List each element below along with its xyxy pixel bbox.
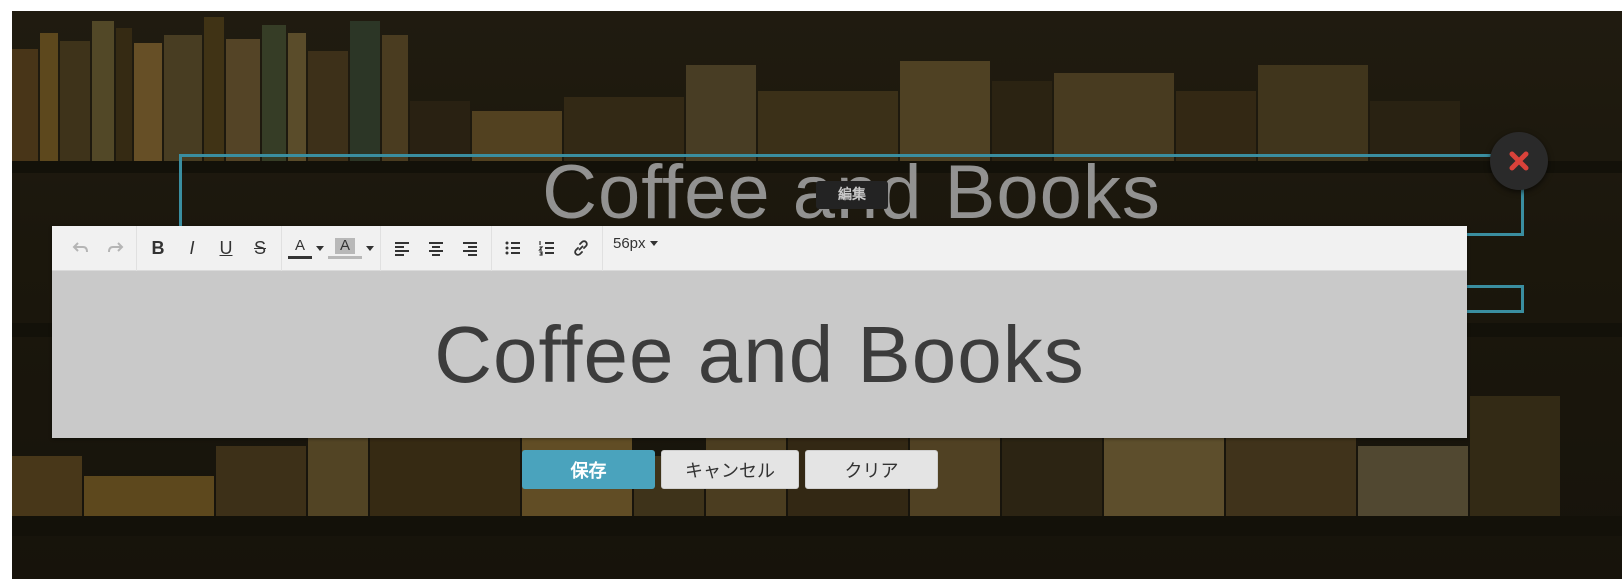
text-editor: B I U S A A 56px Coffee and Books: [52, 225, 1467, 438]
strikethrough-icon: S: [253, 237, 266, 258]
editor-content[interactable]: Coffee and Books: [52, 272, 1467, 438]
align-center-button[interactable]: [421, 233, 451, 263]
clear-button[interactable]: クリア: [805, 450, 938, 489]
italic-icon: I: [189, 237, 195, 258]
link-icon: [574, 240, 588, 256]
font-color-button[interactable]: A: [288, 233, 324, 263]
edit-badge[interactable]: 編集: [816, 181, 888, 209]
style-group: B I U S: [137, 225, 282, 271]
cancel-button[interactable]: キャンセル: [661, 450, 799, 489]
bullet-list-icon: [505, 241, 520, 255]
align-group: [381, 225, 492, 271]
font-size-group: 56px: [603, 226, 668, 271]
save-button[interactable]: 保存: [522, 450, 655, 489]
align-right-icon: [463, 242, 477, 256]
align-center-icon: [429, 242, 443, 256]
bold-button[interactable]: B: [143, 233, 173, 263]
highlight-color-icon: A: [328, 237, 362, 259]
font-color-icon: A: [288, 236, 312, 259]
underline-button[interactable]: U: [211, 233, 241, 263]
undo-icon: [72, 242, 88, 253]
chevron-down-icon: [366, 245, 374, 251]
close-icon: [1509, 151, 1529, 171]
chevron-down-icon: [316, 245, 324, 251]
strikethrough-button[interactable]: S: [245, 233, 275, 263]
redo-button[interactable]: [100, 233, 130, 263]
numbered-list-icon: [538, 241, 554, 256]
underline-icon: U: [219, 237, 233, 258]
close-button[interactable]: [1490, 132, 1548, 190]
link-button[interactable]: [566, 233, 596, 263]
redo-icon: [108, 242, 124, 253]
numbered-list-button[interactable]: [532, 233, 562, 263]
bullet-list-button[interactable]: [498, 233, 528, 263]
color-group: A A: [282, 225, 381, 271]
align-right-button[interactable]: [455, 233, 485, 263]
highlight-color-button[interactable]: A: [328, 233, 374, 263]
editor-toolbar: B I U S A A 56px: [52, 225, 1467, 271]
chevron-down-icon: [649, 240, 658, 246]
highlight-color-letter: A: [334, 237, 355, 254]
list-group: [492, 225, 603, 271]
editor-actions: 保存 キャンセル クリア: [522, 450, 938, 489]
italic-button[interactable]: I: [177, 233, 207, 263]
align-left-button[interactable]: [387, 233, 417, 263]
align-left-icon: [395, 242, 409, 256]
font-size-value: 56px: [613, 234, 646, 252]
font-color-letter: A: [294, 236, 305, 254]
bold-icon: B: [151, 237, 165, 258]
undo-button[interactable]: [66, 233, 96, 263]
font-size-dropdown[interactable]: 56px: [607, 228, 664, 258]
history-group: [60, 225, 137, 271]
